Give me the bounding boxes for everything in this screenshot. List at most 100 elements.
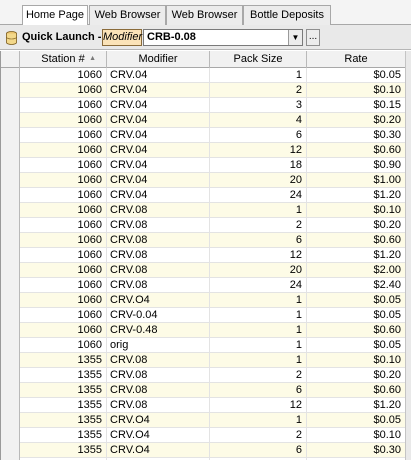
cell-station[interactable]: 1060 — [20, 188, 107, 203]
cell-pack[interactable]: 12 — [210, 143, 307, 158]
row-selector[interactable] — [1, 98, 20, 113]
table-row[interactable]: 1355 CRV.O4 1 $0.05 — [1, 413, 405, 428]
table-row[interactable]: 1060 CRV.04 2 $0.10 — [1, 83, 405, 98]
cell-pack[interactable]: 4 — [210, 113, 307, 128]
cell-modifier[interactable]: CRV-0.48 — [107, 323, 210, 338]
column-header-station[interactable]: Station # ▲ — [20, 51, 107, 68]
cell-station[interactable]: 1060 — [20, 263, 107, 278]
row-selector[interactable] — [1, 248, 20, 263]
cell-modifier[interactable]: CRV.04 — [107, 113, 210, 128]
table-row[interactable]: 1060 CRV.04 18 $0.90 — [1, 158, 405, 173]
cell-station[interactable]: 1355 — [20, 383, 107, 398]
table-row[interactable]: 1060 CRV.08 1 $0.10 — [1, 203, 405, 218]
row-selector[interactable] — [1, 323, 20, 338]
row-selector-header[interactable] — [1, 51, 20, 68]
cell-modifier[interactable]: CRV.O4 — [107, 443, 210, 458]
modifier-badge[interactable]: Modifier — [102, 29, 142, 46]
tab-web-browser-2[interactable]: Web Browser — [166, 5, 243, 25]
cell-rate[interactable]: $1.20 — [307, 398, 405, 413]
cell-station[interactable]: 1355 — [20, 413, 107, 428]
cell-pack[interactable]: 12 — [210, 248, 307, 263]
cell-rate[interactable]: $0.60 — [307, 383, 405, 398]
table-row[interactable]: 1060 CRV.08 6 $0.60 — [1, 233, 405, 248]
cell-modifier[interactable]: CRV.08 — [107, 263, 210, 278]
table-row[interactable]: 1355 CRV.08 12 $1.20 — [1, 398, 405, 413]
cell-modifier[interactable]: CRV.08 — [107, 203, 210, 218]
cell-pack[interactable]: 1 — [210, 293, 307, 308]
cell-modifier[interactable]: CRV.O4 — [107, 428, 210, 443]
cell-pack[interactable]: 1 — [210, 323, 307, 338]
cell-station[interactable]: 1060 — [20, 308, 107, 323]
cell-station[interactable]: 1060 — [20, 173, 107, 188]
row-selector[interactable] — [1, 338, 20, 353]
cell-modifier[interactable]: CRV.08 — [107, 248, 210, 263]
cell-rate[interactable]: $0.60 — [307, 143, 405, 158]
table-row[interactable]: 1060 CRV-0.04 1 $0.05 — [1, 308, 405, 323]
cell-pack[interactable]: 18 — [210, 158, 307, 173]
cell-station[interactable]: 1060 — [20, 323, 107, 338]
cell-modifier[interactable]: CRV.08 — [107, 278, 210, 293]
table-row[interactable]: 1060 CRV.04 6 $0.30 — [1, 128, 405, 143]
cell-rate[interactable]: $0.60 — [307, 323, 405, 338]
cell-modifier[interactable]: CRV.08 — [107, 353, 210, 368]
cell-pack[interactable]: 20 — [210, 263, 307, 278]
cell-station[interactable]: 1060 — [20, 278, 107, 293]
cell-pack[interactable]: 20 — [210, 173, 307, 188]
table-row[interactable]: 1060 CRV.08 20 $2.00 — [1, 263, 405, 278]
row-selector[interactable] — [1, 398, 20, 413]
row-selector[interactable] — [1, 293, 20, 308]
row-selector[interactable] — [1, 68, 20, 83]
row-selector[interactable] — [1, 83, 20, 98]
cell-modifier[interactable]: CRV.04 — [107, 143, 210, 158]
cell-rate[interactable]: $0.10 — [307, 83, 405, 98]
table-row[interactable]: 1355 CRV.O4 2 $0.10 — [1, 428, 405, 443]
modifier-combo-value[interactable]: CRB-0.08 — [147, 31, 196, 43]
cell-pack[interactable]: 2 — [210, 218, 307, 233]
cell-rate[interactable]: $2.00 — [307, 263, 405, 278]
cell-rate[interactable]: $0.20 — [307, 218, 405, 233]
row-selector[interactable] — [1, 188, 20, 203]
table-row[interactable]: 1060 CRV.08 24 $2.40 — [1, 278, 405, 293]
column-header-pack-size[interactable]: Pack Size — [210, 51, 307, 68]
cell-station[interactable]: 1060 — [20, 218, 107, 233]
modifier-combo[interactable]: CRB-0.08 ▼ — [143, 29, 303, 46]
cell-rate[interactable]: $2.40 — [307, 278, 405, 293]
cell-rate[interactable]: $0.05 — [307, 413, 405, 428]
column-header-modifier[interactable]: Modifier — [107, 51, 210, 68]
row-selector[interactable] — [1, 203, 20, 218]
cell-pack[interactable]: 1 — [210, 68, 307, 83]
cell-modifier[interactable]: CRV.08 — [107, 233, 210, 248]
table-row[interactable]: 1060 CRV.04 1 $0.05 — [1, 68, 405, 83]
cell-station[interactable]: 1355 — [20, 398, 107, 413]
row-selector[interactable] — [1, 158, 20, 173]
cell-pack[interactable]: 1 — [210, 353, 307, 368]
column-header-rate[interactable]: Rate — [307, 51, 405, 68]
cell-pack[interactable]: 1 — [210, 203, 307, 218]
cell-pack[interactable]: 6 — [210, 443, 307, 458]
table-row[interactable]: 1060 CRV.04 20 $1.00 — [1, 173, 405, 188]
cell-modifier[interactable]: CRV.04 — [107, 68, 210, 83]
cell-rate[interactable]: $0.15 — [307, 98, 405, 113]
cell-modifier[interactable]: CRV.08 — [107, 383, 210, 398]
cell-pack[interactable]: 6 — [210, 128, 307, 143]
cell-rate[interactable]: $1.20 — [307, 248, 405, 263]
table-row[interactable]: 1060 CRV.04 4 $0.20 — [1, 113, 405, 128]
table-row[interactable]: 1060 orig 1 $0.05 — [1, 338, 405, 353]
cell-pack[interactable]: 3 — [210, 98, 307, 113]
cell-rate[interactable]: $0.10 — [307, 353, 405, 368]
cell-station[interactable]: 1060 — [20, 113, 107, 128]
row-selector[interactable] — [1, 218, 20, 233]
cell-station[interactable]: 1355 — [20, 353, 107, 368]
cell-station[interactable]: 1060 — [20, 293, 107, 308]
cell-rate[interactable]: $0.05 — [307, 308, 405, 323]
table-row[interactable]: 1355 CRV.08 1 $0.10 — [1, 353, 405, 368]
table-row[interactable]: 1355 CRV.08 6 $0.60 — [1, 383, 405, 398]
cell-rate[interactable]: $0.05 — [307, 293, 405, 308]
row-selector[interactable] — [1, 413, 20, 428]
row-selector[interactable] — [1, 353, 20, 368]
cell-pack[interactable]: 2 — [210, 368, 307, 383]
cell-rate[interactable]: $0.90 — [307, 158, 405, 173]
table-row[interactable]: 1060 CRV.08 12 $1.20 — [1, 248, 405, 263]
cell-pack[interactable]: 1 — [210, 338, 307, 353]
cell-pack[interactable]: 12 — [210, 398, 307, 413]
